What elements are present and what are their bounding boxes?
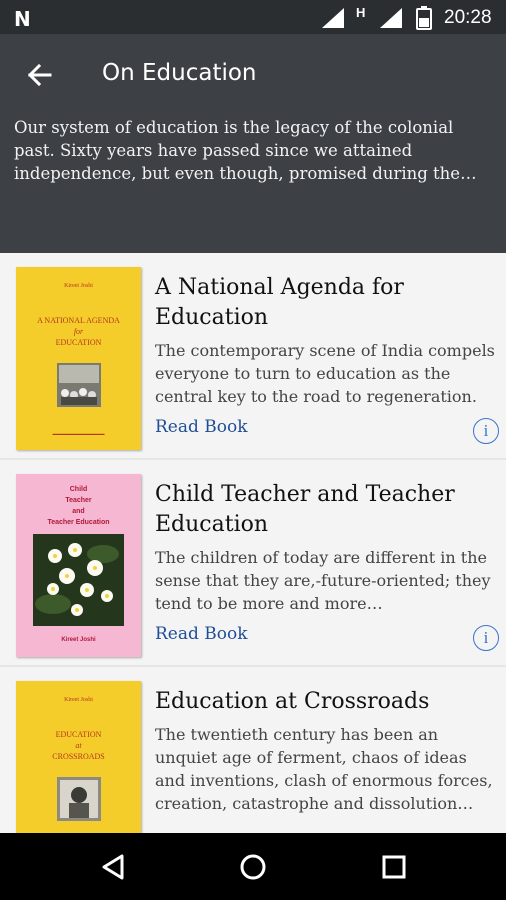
n-logo-icon: N	[14, 7, 31, 31]
page-description: Our system of education is the legacy of…	[14, 118, 461, 183]
cover-title-line: for	[73, 327, 84, 336]
status-bar: N H 20:28	[0, 0, 506, 34]
cover-title-line: A NATIONAL AGENDA	[37, 316, 120, 325]
cover-title-line: Teacher Education	[47, 519, 110, 526]
cover-title: Child Teacher and Teacher Education	[24, 484, 133, 528]
cover-photo	[33, 534, 124, 626]
cover-title-line: CROSSROADS	[52, 752, 105, 761]
cover-title-line: EDUCATION	[55, 338, 102, 347]
info-icon[interactable]: i	[473, 625, 499, 651]
cover-photo	[57, 363, 101, 407]
clock: 20:28	[444, 7, 492, 28]
signal-icon	[380, 8, 402, 28]
cover-publisher-mark: ▬▬▬▬▬▬▬▬▬▬▬▬▬	[52, 431, 105, 436]
cover-author: Kireet Joshi	[64, 697, 93, 703]
cover-photo	[57, 777, 101, 821]
cover-author: Kireet Joshi	[64, 283, 93, 289]
cover-title-line: at	[75, 741, 82, 750]
book-description: The twentieth century has been an unquie…	[155, 725, 493, 813]
book-description: The contemporary scene of India compels …	[155, 341, 495, 406]
recents-square-icon[interactable]	[378, 851, 410, 883]
book-list[interactable]: Kireet Joshi A NATIONAL AGENDA for EDUCA…	[0, 253, 506, 833]
cover-title: EDUCATION at CROSSROADS	[24, 729, 133, 762]
info-icon[interactable]: i	[473, 418, 499, 444]
book-card[interactable]: Kireet Joshi EDUCATION at CROSSROADS Edu…	[0, 667, 506, 833]
cover-title-line: Child	[69, 486, 88, 493]
system-nav-bar	[0, 833, 506, 900]
cover-author: Kireet Joshi	[61, 637, 96, 643]
book-title[interactable]: Education at Crossroads	[155, 687, 485, 717]
book-card[interactable]: Kireet Joshi A NATIONAL AGENDA for EDUCA…	[0, 253, 506, 458]
book-title[interactable]: A National Agenda for Education	[155, 273, 485, 333]
read-book-link[interactable]: Read Book	[155, 624, 248, 644]
page-header: On Education Our system of education is …	[0, 34, 506, 253]
battery-icon	[416, 6, 432, 30]
back-arrow-icon[interactable]	[24, 60, 54, 90]
page-title: On Education	[102, 60, 257, 86]
network-type: H	[356, 5, 366, 20]
back-triangle-icon[interactable]	[98, 851, 130, 883]
cover-title-line: and	[72, 508, 85, 515]
book-card[interactable]: Child Teacher and Teacher Education Kire…	[0, 460, 506, 665]
book-cover[interactable]: Child Teacher and Teacher Education Kire…	[16, 474, 141, 657]
cover-title-line: Teacher	[65, 497, 92, 504]
cover-title-line: EDUCATION	[55, 730, 102, 739]
signal-icon	[322, 8, 344, 28]
book-title[interactable]: Child Teacher and Teacher Education	[155, 480, 485, 540]
book-cover[interactable]: Kireet Joshi EDUCATION at CROSSROADS	[16, 681, 141, 833]
cover-title: A NATIONAL AGENDA for EDUCATION	[24, 315, 133, 348]
home-circle-icon[interactable]	[237, 851, 269, 883]
book-cover[interactable]: Kireet Joshi A NATIONAL AGENDA for EDUCA…	[16, 267, 141, 450]
read-book-link[interactable]: Read Book	[155, 417, 248, 437]
book-description: The children of today are different in t…	[155, 548, 491, 613]
